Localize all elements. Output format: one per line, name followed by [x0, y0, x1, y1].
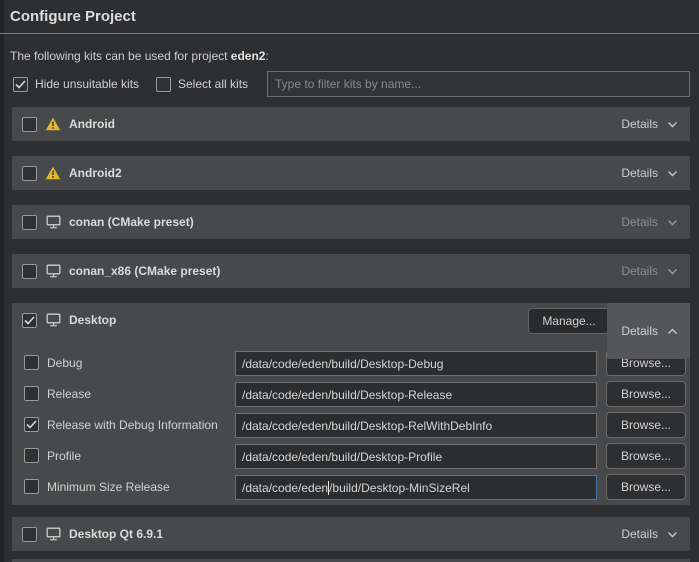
path-text: /data/code/eden/build/Desktop-RelWithDeb…	[242, 419, 492, 433]
build-directory-input[interactable]: /data/code/eden/build/Desktop-Debug	[235, 351, 597, 376]
build-config-label: Debug	[47, 356, 82, 370]
select-all-kits-checkbox[interactable]: Select all kits	[156, 76, 248, 92]
build-directory-input[interactable]: /data/code/eden/build/Desktop-MinSizeRel	[235, 475, 597, 500]
build-directory-input[interactable]: /data/code/eden/build/Desktop-RelWithDeb…	[235, 413, 597, 438]
kit-checkbox[interactable]	[22, 264, 37, 279]
intro-suffix: :	[265, 49, 268, 63]
build-config-label: Release with Debug Information	[47, 418, 218, 432]
build-config-row: Minimum Size Release/data/code/eden/buil…	[12, 474, 690, 501]
details-toggle[interactable]: Details	[607, 205, 690, 239]
build-config-row: Release with Debug Information/data/code…	[12, 412, 690, 439]
build-config-row: Profile/data/code/eden/build/Desktop-Pro…	[12, 443, 690, 470]
kit-checkbox[interactable]	[22, 527, 37, 542]
desktop-icon	[45, 313, 61, 328]
details-label: Details	[621, 215, 658, 229]
desktop-icon	[45, 264, 61, 279]
kit-row: Android Details	[12, 107, 690, 141]
kit-row: Desktop Manage... Details Debug/data/code/e…	[12, 303, 690, 505]
browse-button-label: Browse...	[621, 480, 671, 494]
details-toggle[interactable]: Details	[607, 254, 690, 288]
details-label: Details	[621, 527, 658, 541]
chevron-up-icon	[667, 324, 678, 338]
kit-name: Android2	[69, 166, 122, 180]
browse-button[interactable]: Browse...	[606, 381, 686, 407]
path-text: /data/code/eden/build/Desktop-Profile	[242, 450, 442, 464]
chevron-down-icon	[667, 527, 678, 541]
path-text: /data/code/eden/build/Desktop-Debug	[242, 357, 443, 371]
intro-prefix: The following kits can be used for proje…	[10, 49, 231, 63]
page-title: Configure Project	[10, 8, 136, 25]
build-config-checkbox[interactable]	[24, 479, 39, 494]
chevron-down-icon	[667, 215, 678, 229]
title-separator	[0, 33, 699, 34]
kit-header: Desktop Qt 6.9.1	[12, 517, 690, 551]
browse-button-label: Browse...	[621, 449, 671, 463]
build-config-checkbox[interactable]	[24, 448, 39, 463]
build-config-label: Profile	[47, 449, 81, 463]
kit-name: Desktop Qt 6.9.1	[69, 527, 163, 541]
browse-button[interactable]: Browse...	[606, 443, 686, 469]
hide-unsuitable-kits-label: Hide unsuitable kits	[35, 77, 139, 91]
kit-list: AndroidDetailsAndroid2Detailsconan (CMak…	[12, 107, 690, 562]
kits-intro-text: The following kits can be used for proje…	[10, 49, 269, 63]
manage-button-label: Manage...	[542, 314, 595, 328]
chevron-down-icon	[667, 166, 678, 180]
build-config-checkbox[interactable]	[24, 417, 39, 432]
path-text-before-cursor: /data/code/eden	[242, 481, 328, 495]
kit-header: conan_x86 (CMake preset)	[12, 254, 690, 288]
build-config-row: Release/data/code/eden/build/Desktop-Rel…	[12, 381, 690, 408]
desktop-icon	[45, 215, 61, 230]
details-label: Details	[621, 324, 658, 338]
kit-checkbox[interactable]	[22, 215, 37, 230]
browse-button[interactable]: Browse...	[606, 474, 686, 500]
details-label: Details	[621, 264, 658, 278]
details-toggle[interactable]: Details	[607, 107, 690, 141]
kit-name: Android	[69, 117, 115, 131]
chevron-down-icon	[667, 264, 678, 278]
project-name: eden2	[231, 49, 266, 63]
build-directory-input[interactable]: /data/code/eden/build/Desktop-Release	[235, 382, 597, 407]
kit-header: Android	[12, 107, 690, 141]
window-left-edge	[0, 0, 4, 562]
kit-row: Android2 Details	[12, 156, 690, 190]
browse-button[interactable]: Browse...	[606, 412, 686, 438]
build-config-checkbox[interactable]	[24, 355, 39, 370]
chevron-down-icon	[667, 117, 678, 131]
details-label: Details	[621, 117, 658, 131]
kit-checkbox[interactable]	[22, 313, 37, 328]
details-label: Details	[621, 166, 658, 180]
build-config-checkbox[interactable]	[24, 386, 39, 401]
kit-row: conan (CMake preset) Details	[12, 205, 690, 239]
hide-unsuitable-kits-checkbox[interactable]: Hide unsuitable kits	[13, 76, 139, 92]
manage-kits-button[interactable]: Manage...	[528, 308, 610, 334]
kit-row: Desktop Qt 6.9.1 Details	[12, 517, 690, 551]
build-config-row: Debug/data/code/eden/build/Desktop-Debug…	[12, 350, 690, 377]
warning-icon	[45, 166, 61, 181]
browse-button-label: Browse...	[621, 387, 671, 401]
path-text: /data/code/eden/build/Desktop-Release	[242, 388, 452, 402]
configure-project-page: Configure Project The following kits can…	[0, 0, 699, 562]
kit-checkbox[interactable]	[22, 117, 37, 132]
checkbox-unchecked-icon[interactable]	[156, 77, 171, 92]
checkbox-checked-icon[interactable]	[13, 77, 28, 92]
build-config-label: Minimum Size Release	[47, 480, 170, 494]
build-config-label: Release	[47, 387, 91, 401]
details-toggle[interactable]: Details	[607, 156, 690, 190]
desktop-icon	[45, 527, 61, 542]
details-toggle[interactable]: Details	[607, 303, 690, 359]
browse-button-label: Browse...	[621, 418, 671, 432]
build-directory-input[interactable]: /data/code/eden/build/Desktop-Profile	[235, 444, 597, 469]
select-all-kits-label: Select all kits	[178, 77, 248, 91]
details-toggle[interactable]: Details	[607, 517, 690, 551]
kit-header: conan (CMake preset)	[12, 205, 690, 239]
kit-filter-input[interactable]	[267, 71, 690, 97]
kit-row: conan_x86 (CMake preset) Details	[12, 254, 690, 288]
kit-header: Android2	[12, 156, 690, 190]
kit-checkbox[interactable]	[22, 166, 37, 181]
kit-name: conan_x86 (CMake preset)	[69, 264, 220, 278]
kit-name: conan (CMake preset)	[69, 215, 194, 229]
path-text-after-cursor: /build/Desktop-MinSizeRel	[329, 481, 470, 495]
warning-icon	[45, 117, 61, 132]
kit-name: Desktop	[69, 313, 116, 327]
